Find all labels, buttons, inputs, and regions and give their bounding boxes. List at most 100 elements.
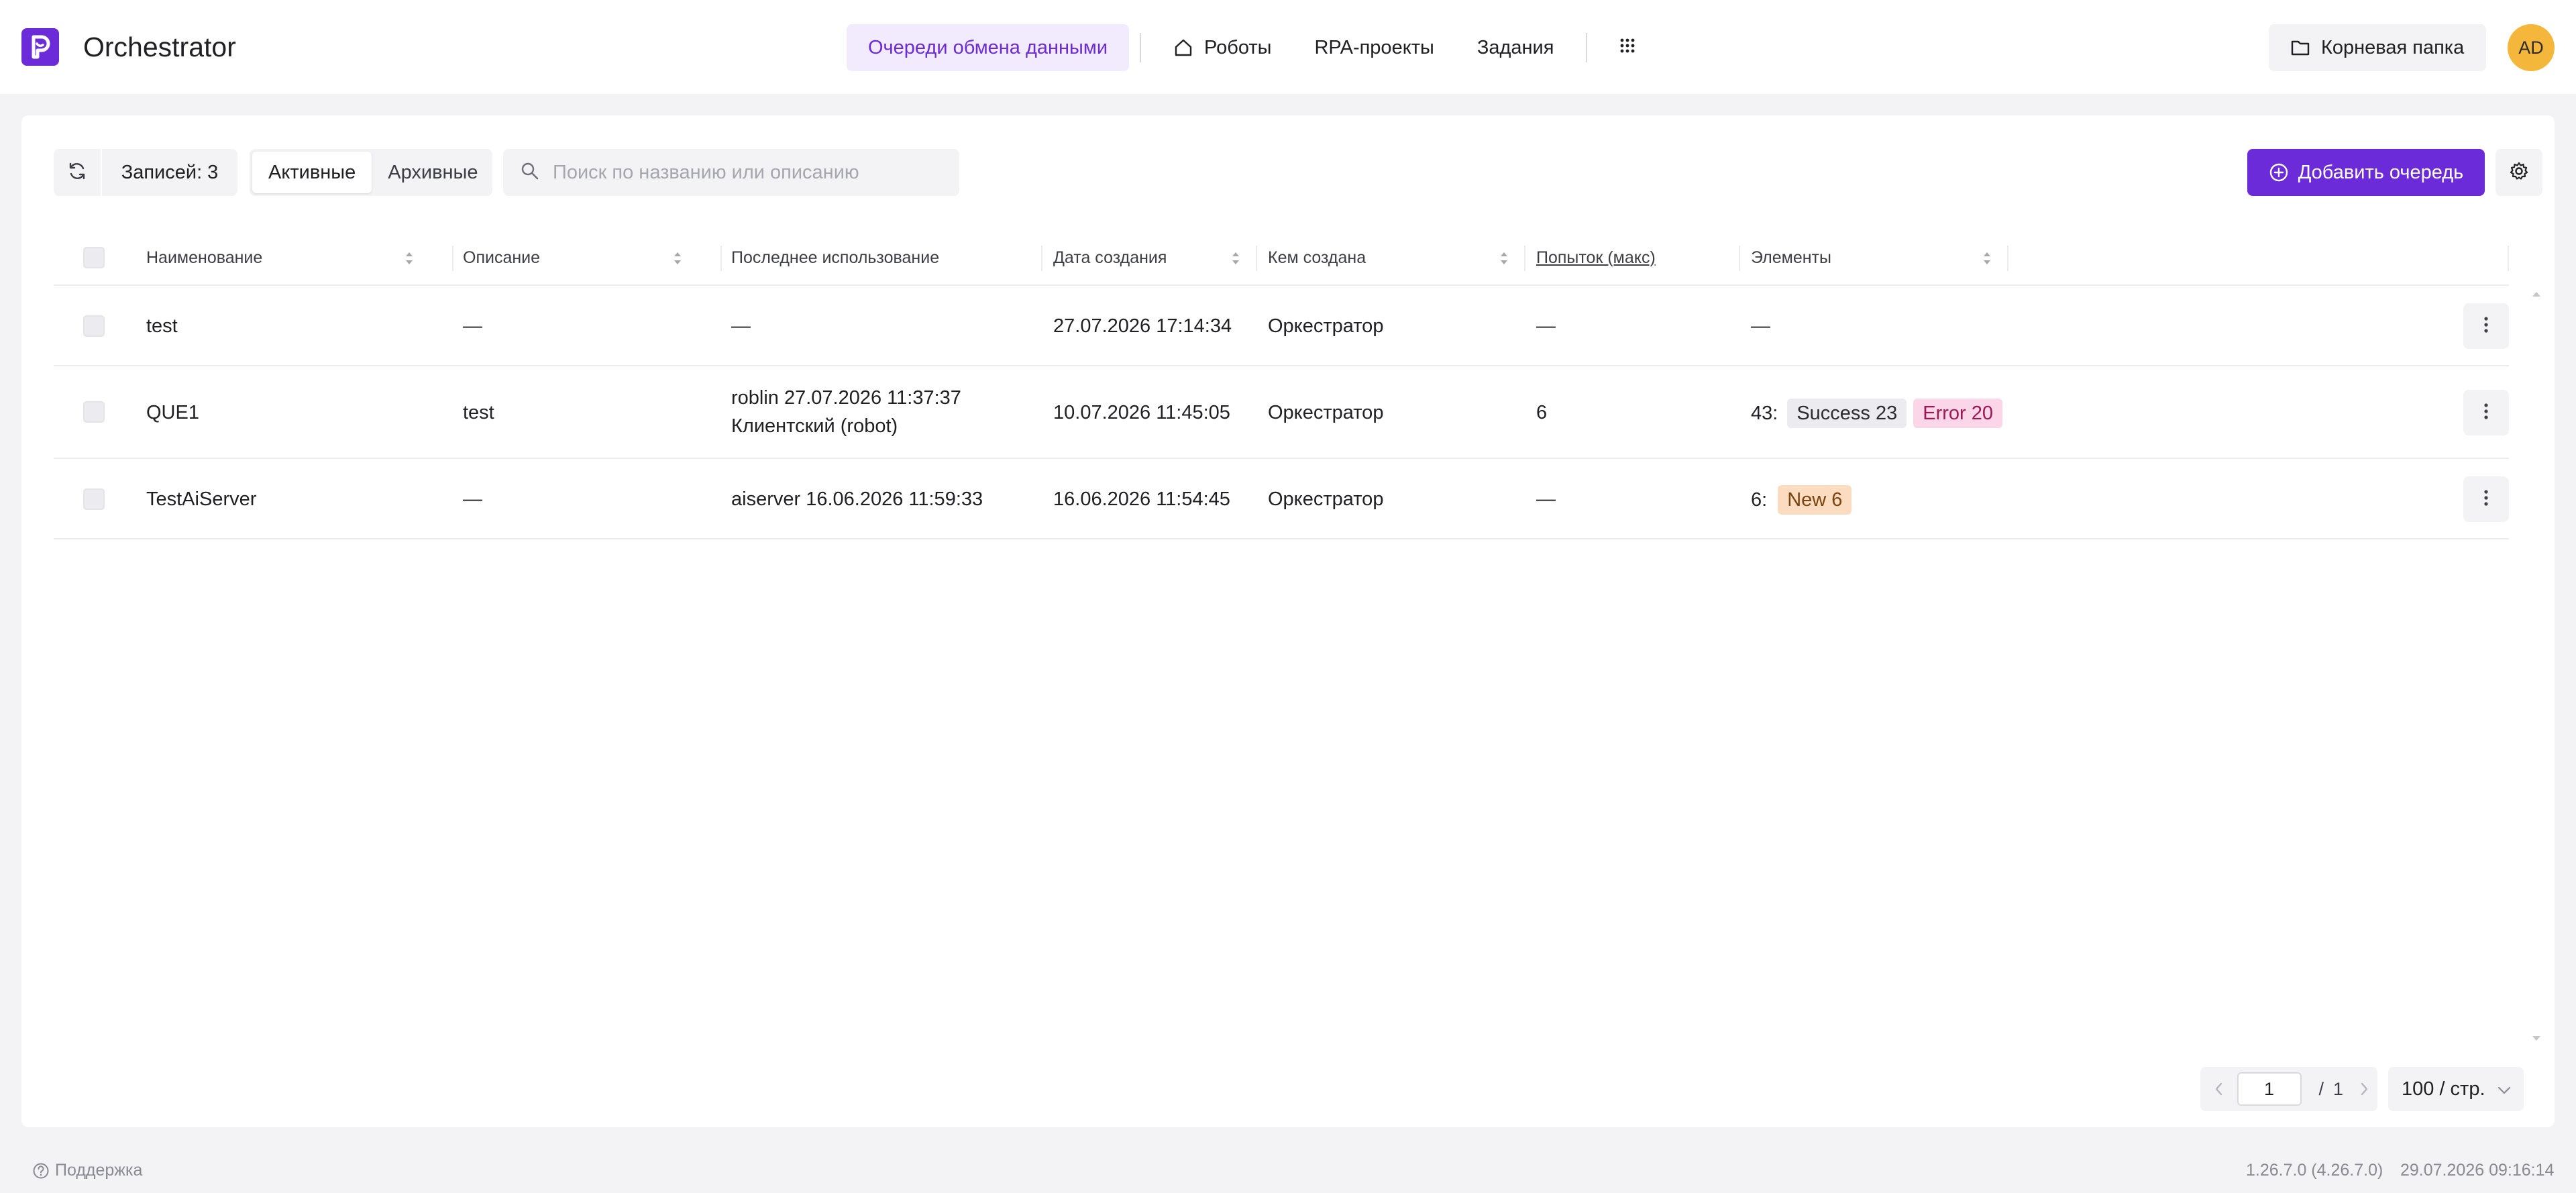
status-badge-new: New 6 — [1778, 485, 1852, 515]
queue-created: 27.07.2026 17:14:34 — [1053, 315, 1232, 337]
sort-icon[interactable] — [1499, 250, 1509, 267]
queue-description: — — [463, 488, 482, 510]
tab-active[interactable]: Активные — [252, 152, 372, 193]
nav-item-tasks[interactable]: Задания — [1456, 24, 1576, 71]
next-page-button[interactable] — [2351, 1082, 2377, 1096]
nav-item-queues[interactable]: Очереди обмена данными — [847, 24, 1130, 71]
row-actions-button[interactable] — [2463, 476, 2509, 522]
queue-attempts: — — [1536, 488, 1556, 510]
footer: Поддержка 1.26.7.0 (4.26.7.0) 29.07.2026… — [0, 1154, 2576, 1193]
search-input[interactable] — [553, 161, 928, 184]
queue-last-used: aiserver 16.06.2026 11:59:33 — [731, 488, 983, 510]
queue-name[interactable]: test — [146, 312, 178, 340]
status-badge-success: Success 23 — [1787, 399, 1907, 428]
archive-filter: Активные Архивные — [250, 149, 492, 196]
add-queue-button[interactable]: Добавить очередь — [2247, 149, 2485, 196]
column-header-created-by[interactable]: Кем создана — [1268, 229, 1366, 286]
scroll-down-icon[interactable] — [2532, 1033, 2541, 1045]
nav-item-robots[interactable]: Роботы — [1152, 24, 1293, 71]
folder-icon — [2290, 38, 2310, 57]
queue-last-used: — — [731, 315, 751, 337]
queue-elements: 6: New 6 — [1751, 485, 1852, 515]
nav-item-label: Задания — [1477, 36, 1554, 58]
row-checkbox[interactable] — [83, 401, 105, 423]
column-header-name[interactable]: Наименование — [146, 229, 262, 286]
refresh-button[interactable] — [54, 149, 101, 196]
column-header-created[interactable]: Дата создания — [1053, 229, 1167, 286]
table-row[interactable]: TestAiServer — aiserver 16.06.2026 11:59… — [54, 459, 2509, 539]
column-divider — [452, 246, 453, 271]
plus-circle-icon — [2269, 162, 2289, 183]
tab-archived[interactable]: Архивные — [372, 152, 494, 193]
prev-page-button[interactable] — [2200, 1082, 2237, 1096]
status-badge-error: Error 20 — [1913, 399, 2003, 428]
pagination: / 1 — [2200, 1067, 2377, 1111]
select-all-checkbox[interactable] — [83, 247, 105, 268]
nav-item-rpa-projects[interactable]: RPA-проекты — [1293, 24, 1455, 71]
queue-description: — — [463, 315, 482, 337]
nav-item-label: Роботы — [1204, 36, 1272, 58]
queue-attempts: 6 — [1536, 402, 1548, 423]
avatar[interactable]: AD — [2508, 24, 2555, 71]
root-folder-button[interactable]: Корневая папка — [2269, 24, 2486, 71]
queue-elements: 43: Success 23 Error 20 — [1751, 399, 2003, 428]
table-row[interactable]: test — — 27.07.2026 17:14:34 Оркестратор… — [54, 286, 2509, 366]
scroll-up-icon[interactable] — [2532, 289, 2541, 301]
column-header-attempts[interactable]: Попыток (макс) — [1536, 229, 1656, 286]
row-actions-button[interactable] — [2463, 303, 2509, 349]
app-logo[interactable] — [21, 28, 59, 66]
sort-icon[interactable] — [672, 250, 683, 267]
table-settings-button[interactable] — [2496, 149, 2542, 196]
queue-created: 16.06.2026 11:54:45 — [1053, 488, 1230, 510]
queue-description: test — [463, 402, 494, 423]
sort-icon[interactable] — [404, 250, 415, 267]
last-used-line: roblin 27.07.2026 11:37:37 — [731, 387, 961, 409]
queue-name[interactable]: TestAiServer — [146, 485, 256, 513]
elements-count: — — [1751, 315, 1770, 337]
app-title: Orchestrator — [83, 32, 236, 62]
queues-table: Наименование Описание Последнее использо… — [54, 229, 2509, 539]
root-folder-label: Корневая папка — [2321, 36, 2465, 58]
queue-created-by: Оркестратор — [1268, 488, 1384, 510]
page-size-select[interactable]: 100 / стр. — [2388, 1067, 2524, 1111]
queues-panel: Записей: 3 Активные Архивные Добавить оч… — [21, 115, 2555, 1127]
column-divider — [2508, 246, 2509, 271]
server-datetime: 29.07.2026 09:16:14 — [2400, 1161, 2555, 1180]
top-header: Orchestrator Очереди обмена данными Робо… — [0, 0, 2576, 94]
search-box — [503, 149, 959, 196]
sort-icon[interactable] — [1982, 250, 1992, 267]
row-checkbox[interactable] — [83, 315, 105, 337]
column-divider — [1041, 246, 1042, 271]
queue-name[interactable]: QUE1 — [146, 399, 199, 427]
toolbar: Записей: 3 Активные Архивные Добавить оч… — [54, 149, 2542, 196]
column-header-elements[interactable]: Элементы — [1751, 229, 1831, 286]
refresh-icon — [67, 161, 87, 185]
logo-icon — [32, 35, 50, 59]
column-divider — [1739, 246, 1740, 271]
queue-elements: — — [1751, 312, 1770, 340]
column-header-last-used[interactable]: Последнее использование — [731, 229, 939, 286]
total-pages: 1 — [2333, 1078, 2344, 1099]
sort-icon[interactable] — [1230, 250, 1241, 267]
nav-item-label: RPA-проекты — [1314, 36, 1434, 58]
column-divider — [720, 246, 722, 271]
app-version: 1.26.7.0 (4.26.7.0) — [2246, 1161, 2383, 1180]
more-vertical-icon — [2483, 316, 2489, 337]
nav-divider — [1586, 33, 1588, 62]
table-row[interactable]: QUE1 test roblin 27.07.2026 11:37:37 Кли… — [54, 366, 2509, 459]
nav-item-label: Очереди обмена данными — [868, 36, 1108, 58]
column-divider — [2007, 246, 2008, 271]
apps-menu-button[interactable] — [1598, 24, 1657, 71]
help-circle-icon — [32, 1162, 50, 1180]
chevron-down-icon — [2497, 1078, 2512, 1100]
main-nav: Очереди обмена данными Роботы RPA-проект… — [847, 24, 1657, 71]
page-number-input[interactable] — [2237, 1072, 2302, 1106]
queue-created-by: Оркестратор — [1268, 402, 1384, 423]
support-link[interactable]: Поддержка — [32, 1161, 142, 1180]
row-checkbox[interactable] — [83, 488, 105, 510]
queue-created-by: Оркестратор — [1268, 315, 1384, 337]
row-actions-button[interactable] — [2463, 390, 2509, 435]
pagination-separator: / — [2318, 1078, 2324, 1099]
grid-icon — [1619, 37, 1635, 59]
column-header-description[interactable]: Описание — [463, 229, 540, 286]
